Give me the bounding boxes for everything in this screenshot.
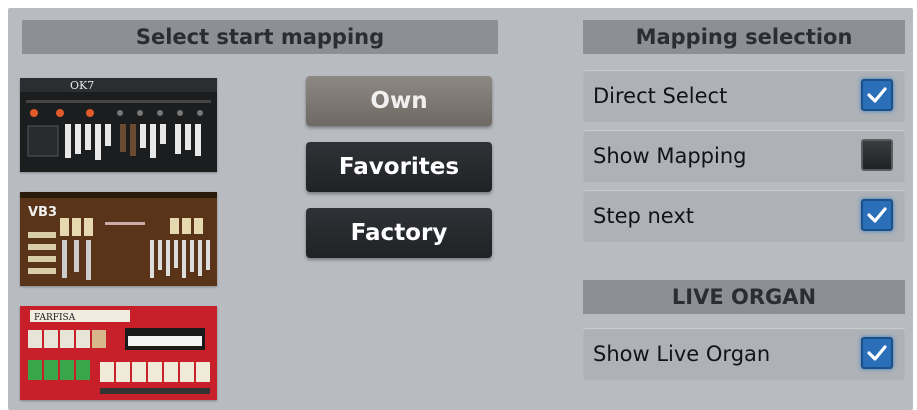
- farfisa-organ-image: FARFISA: [20, 306, 217, 400]
- checkmark-icon: [867, 207, 887, 223]
- farfisa-organ-thumbnail[interactable]: FARFISA: [20, 306, 217, 400]
- step-next-label: Step next: [593, 204, 695, 228]
- ok7-title: OK7: [70, 79, 94, 92]
- vb3-organ-image: VB3: [20, 192, 217, 286]
- show-mapping-checkbox[interactable]: [861, 139, 893, 171]
- factory-mapping-button[interactable]: Factory: [306, 208, 492, 258]
- favorites-mapping-button[interactable]: Favorites: [306, 142, 492, 192]
- live-organ-header: LIVE ORGAN: [583, 280, 905, 314]
- step-next-row[interactable]: Step next: [583, 190, 905, 242]
- step-next-checkbox[interactable]: [861, 199, 893, 231]
- checkmark-icon: [867, 345, 887, 361]
- show-live-organ-row[interactable]: Show Live Organ: [583, 328, 905, 380]
- vb3-organ-thumbnail[interactable]: VB3: [20, 192, 217, 286]
- ok7-organ-thumbnail[interactable]: OK7: [20, 78, 217, 172]
- mapping-panel: Select start mapping OK7 VB3 FARFISA Own…: [8, 8, 913, 410]
- show-live-organ-checkbox[interactable]: [861, 337, 893, 369]
- direct-select-label: Direct Select: [593, 84, 728, 108]
- direct-select-row[interactable]: Direct Select: [583, 70, 905, 122]
- show-mapping-row[interactable]: Show Mapping: [583, 130, 905, 182]
- direct-select-checkbox[interactable]: [861, 79, 893, 111]
- ok7-organ-image: OK7: [20, 78, 217, 172]
- checkmark-icon: [867, 87, 887, 103]
- mapping-selection-header: Mapping selection: [583, 20, 905, 54]
- vb3-title: VB3: [28, 205, 57, 220]
- farfisa-title: FARFISA: [34, 313, 76, 323]
- select-start-mapping-header: Select start mapping: [22, 20, 498, 54]
- own-mapping-button[interactable]: Own: [306, 76, 492, 126]
- show-live-organ-label: Show Live Organ: [593, 342, 771, 366]
- show-mapping-label: Show Mapping: [593, 144, 747, 168]
